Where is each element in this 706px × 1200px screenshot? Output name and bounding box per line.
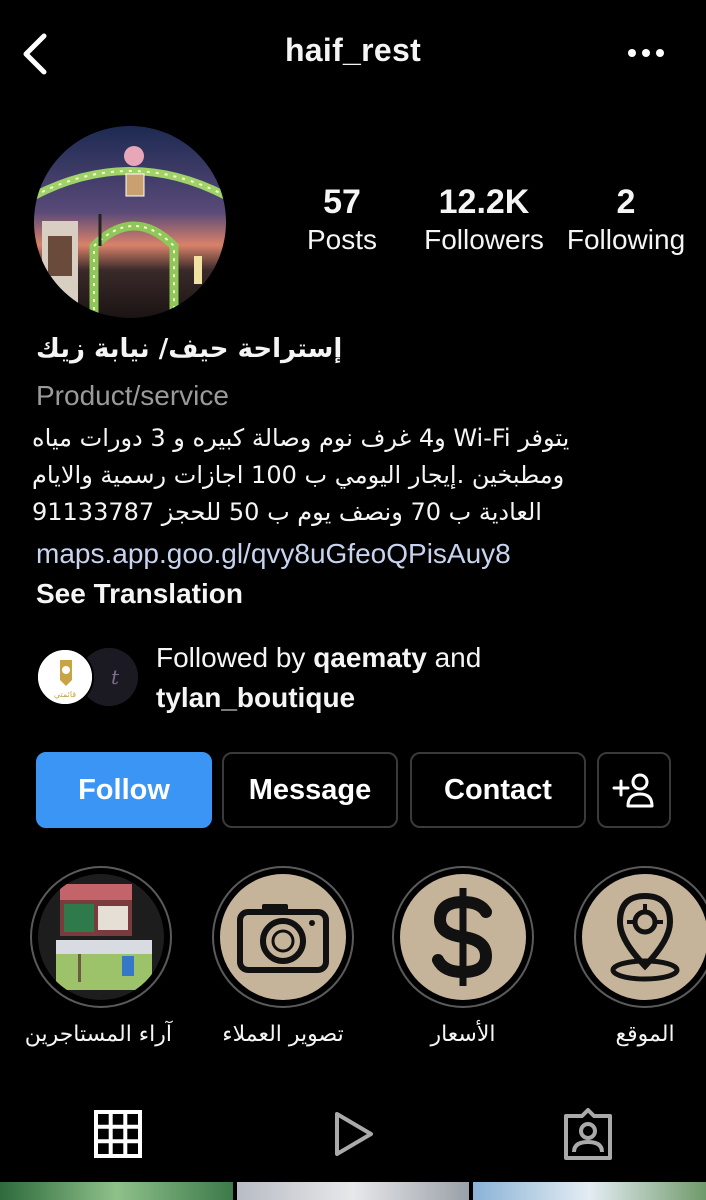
highlight-label: تصوير العملاء	[222, 1022, 344, 1047]
highlight-ring	[574, 866, 706, 1008]
highlight-label: آراء المستاجرين	[24, 1022, 172, 1047]
post-grid-preview	[0, 1182, 706, 1200]
top-bar: haif_rest	[0, 0, 706, 108]
highlight-ring	[30, 866, 172, 1008]
svg-text:t: t	[111, 665, 120, 689]
highlight-ring	[212, 866, 354, 1008]
posts-label: Posts	[306, 224, 378, 255]
highlight-reviews[interactable]: آراء المستاجرين	[24, 866, 172, 1047]
following-count: 2	[616, 183, 636, 221]
bio-line: يتوفر Wi-Fi و4 غرف نوم وصالة كبيره و 3 د…	[32, 424, 570, 452]
posts-stat[interactable]: 57 Posts	[292, 182, 392, 258]
bio-line: العادية ب 70 ونصف يوم ب 50 للحجز 9113378…	[32, 498, 542, 526]
profile-avatar[interactable]	[34, 126, 226, 318]
followed-by-user-2[interactable]: tylan_boutique	[156, 682, 355, 713]
follower-avatar-qaematy[interactable]: قائمتي	[36, 648, 94, 706]
following-stat[interactable]: 2 Following	[562, 182, 690, 258]
dollar-icon	[400, 874, 526, 1000]
post-thumbnail[interactable]	[473, 1182, 706, 1200]
add-user-button[interactable]	[597, 752, 671, 828]
posts-count: 57	[323, 183, 361, 221]
post-thumbnail[interactable]	[236, 1182, 470, 1200]
tagged-person-icon[interactable]	[560, 1106, 616, 1162]
qaematy-logo-text: قائمتي	[54, 690, 76, 699]
followers-stat[interactable]: 12.2K Followers	[420, 182, 548, 258]
more-horizontal-icon[interactable]	[626, 38, 666, 68]
bio-line: ومطبخين .إيجار اليومي ب 100 اجازات رسمية…	[32, 461, 565, 489]
add-user-icon	[612, 773, 654, 808]
profile-category: Product/service	[36, 380, 229, 411]
profile-bio: يتوفر Wi-Fi و4 غرف نوم وصالة كبيره و 3 د…	[32, 420, 672, 531]
grid-icon[interactable]	[90, 1106, 146, 1162]
message-button[interactable]: Message	[222, 752, 398, 828]
follow-button[interactable]: Follow	[36, 752, 212, 828]
contact-button[interactable]: Contact	[410, 752, 586, 828]
location-pin-icon	[582, 874, 706, 1000]
followers-label: Followers	[424, 224, 544, 255]
reels-play-icon[interactable]	[325, 1106, 381, 1162]
highlight-client-photos[interactable]: تصوير العملاء	[212, 866, 354, 1047]
followers-count: 12.2K	[438, 183, 530, 221]
followed-by-user-1[interactable]: qaematy	[313, 642, 427, 673]
following-label: Following	[566, 224, 686, 255]
highlight-ring	[392, 866, 534, 1008]
followed-by-prefix: Followed by	[156, 642, 306, 673]
highlight-prices[interactable]: الأسعار	[392, 866, 534, 1047]
profile-display-name: إستراحة حيف/ نيابة زيك	[36, 334, 343, 364]
highlight-location[interactable]: الموقع	[574, 866, 706, 1047]
bio-link[interactable]: maps.app.goo.gl/qvy8uGfeoQPisAuy8	[36, 538, 511, 570]
profile-username: haif_rest	[284, 32, 422, 68]
photo-collage-icon	[38, 874, 164, 1000]
followed-by-text: Followed by qaematy and tylan_boutique	[156, 638, 481, 718]
camera-icon	[220, 874, 346, 1000]
highlight-label: الموقع	[615, 1022, 675, 1047]
highlight-label: الأسعار	[430, 1022, 496, 1047]
post-thumbnail[interactable]	[0, 1182, 233, 1200]
followed-by-and: and	[434, 642, 482, 673]
see-translation-link[interactable]: See Translation	[36, 578, 243, 610]
